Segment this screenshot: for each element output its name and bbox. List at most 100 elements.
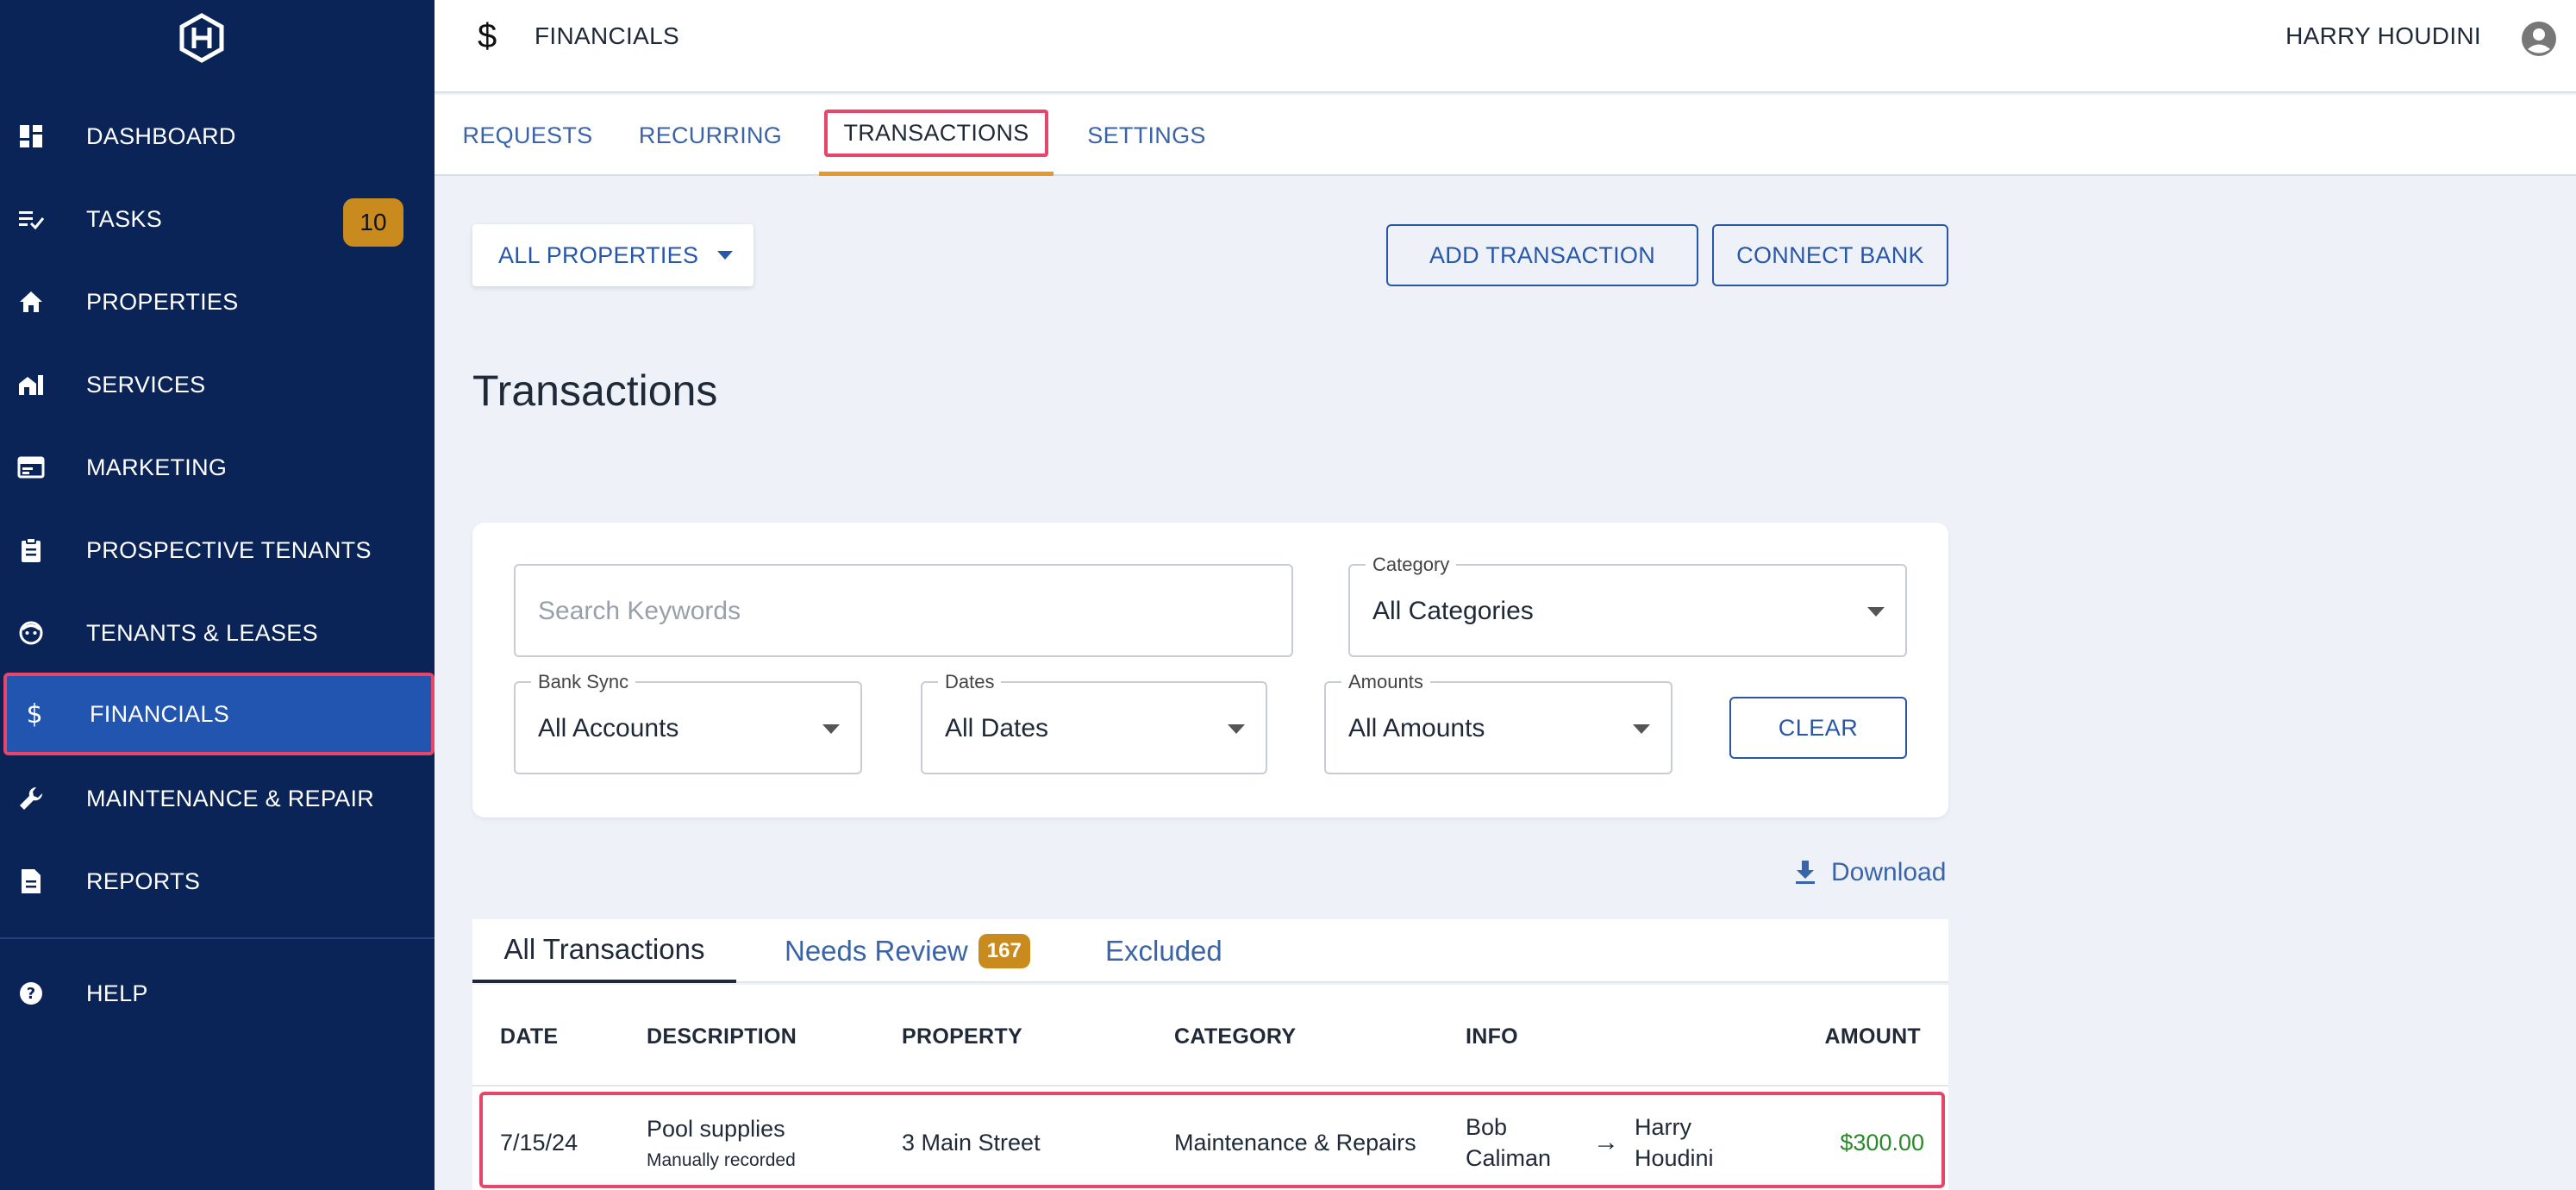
financials-tabs: REQUESTS RECURRING TRANSACTIONS SETTINGS: [435, 95, 2576, 176]
dashboard-icon: [17, 122, 45, 150]
row-from-last: Caliman: [1466, 1145, 1552, 1171]
sidebar-item-label: PROSPECTIVE TENANTS: [86, 536, 372, 563]
sidebar-item-properties[interactable]: PROPERTIES: [0, 262, 435, 341]
chevron-down-icon: [1633, 724, 1650, 734]
tab-label: TRANSACTIONS: [824, 110, 1048, 157]
category-select[interactable]: Category All Categories: [1348, 554, 1907, 657]
table-row[interactable]: 7/15/24 Pool supplies Manually recorded …: [479, 1092, 1945, 1188]
dates-select[interactable]: Dates All Dates: [921, 671, 1267, 774]
chevron-down-icon: [822, 724, 840, 734]
sidebar-item-label: HELP: [86, 980, 148, 1006]
bank-sync-value: All Accounts: [538, 714, 679, 742]
category-value: All Categories: [1372, 597, 1534, 625]
sidebar-item-label: DASHBOARD: [86, 122, 236, 149]
tab-recurring[interactable]: RECURRING: [638, 95, 783, 176]
row-date: 7/15/24: [500, 1130, 578, 1156]
row-to-last: Houdini: [1635, 1145, 1714, 1171]
tasks-count-badge: 10: [343, 198, 403, 247]
dates-label: Dates: [938, 671, 1002, 693]
page-section-title: FINANCIALS: [535, 22, 679, 49]
tab-label: REQUESTS: [462, 122, 593, 148]
amounts-label: Amounts: [1341, 671, 1430, 693]
row-property: 3 Main Street: [902, 1130, 1041, 1156]
logo-icon[interactable]: [176, 12, 228, 64]
tab-label: SETTINGS: [1087, 122, 1206, 148]
property-selector[interactable]: ALL PROPERTIES: [472, 224, 753, 286]
download-label: Download: [1831, 858, 1947, 886]
help-icon: ?: [17, 980, 45, 1007]
row-from-first: Bob: [1466, 1114, 1508, 1140]
column-header-amount[interactable]: AMOUNT: [1824, 1024, 1921, 1049]
column-header-date[interactable]: DATE: [500, 1024, 558, 1049]
sidebar-item-dashboard[interactable]: DASHBOARD: [0, 97, 435, 176]
property-selector-label: ALL PROPERTIES: [498, 241, 699, 268]
add-transaction-button[interactable]: ADD TRANSACTION: [1386, 224, 1698, 286]
amounts-value: All Amounts: [1348, 714, 1485, 742]
arrow-right-icon: →: [1593, 1128, 1619, 1156]
tenant-face-icon: [17, 619, 45, 647]
sidebar-item-label: MARKETING: [86, 454, 228, 480]
filter-panel: Search Keywords Category All Categories …: [472, 523, 1948, 817]
tab-requests[interactable]: REQUESTS: [459, 95, 597, 176]
bank-sync-label: Bank Sync: [531, 671, 636, 693]
amounts-select[interactable]: Amounts All Amounts: [1324, 671, 1673, 774]
row-description: Pool supplies: [647, 1116, 785, 1142]
sidebar-item-prospective-tenants[interactable]: PROSPECTIVE TENANTS: [0, 510, 435, 590]
sidebar: DASHBOARD TASKS 10 PROPERTIES SERVICES M…: [0, 0, 435, 1190]
search-placeholder: Search Keywords: [538, 597, 741, 625]
clipboard-icon: [17, 536, 45, 564]
report-icon: [17, 867, 45, 895]
sidebar-item-label: TENANTS & LEASES: [86, 619, 318, 646]
tasks-icon: [17, 205, 45, 233]
dollar-icon: $: [26, 698, 43, 730]
tab-needs-review[interactable]: Needs Review 167: [785, 919, 1030, 983]
row-note: Manually recorded: [647, 1150, 796, 1170]
sidebar-item-tenants-leases[interactable]: TENANTS & LEASES: [0, 593, 435, 673]
column-header-info[interactable]: INFO: [1466, 1024, 1518, 1049]
tab-label: Excluded: [1105, 935, 1222, 967]
chevron-down-icon: [1228, 724, 1245, 734]
tab-excluded[interactable]: Excluded: [1105, 919, 1222, 983]
tab-all-transactions[interactable]: All Transactions: [472, 919, 736, 983]
tab-transactions[interactable]: TRANSACTIONS: [819, 95, 1054, 176]
account-circle-icon[interactable]: [2519, 19, 2559, 59]
transaction-subtabs: All Transactions Needs Review 167 Exclud…: [472, 919, 1948, 983]
column-header-category[interactable]: CATEGORY: [1174, 1024, 1296, 1049]
category-label: Category: [1366, 554, 1457, 576]
dates-value: All Dates: [945, 714, 1049, 742]
column-header-property[interactable]: PROPERTY: [902, 1024, 1022, 1049]
row-to-first: Harry: [1635, 1114, 1691, 1140]
download-link[interactable]: Download: [1793, 855, 1946, 890]
sidebar-item-tasks[interactable]: TASKS 10: [0, 179, 435, 259]
sidebar-item-label: REPORTS: [86, 867, 201, 894]
transactions-table: DATE DESCRIPTION PROPERTY CATEGORY INFO …: [472, 985, 1948, 1190]
sidebar-item-maintenance[interactable]: MAINTENANCE & REPAIR: [0, 759, 435, 838]
sidebar-item-marketing[interactable]: MARKETING: [0, 428, 435, 507]
needs-review-count-badge: 167: [978, 934, 1030, 968]
column-header-description[interactable]: DESCRIPTION: [647, 1024, 797, 1049]
connect-bank-button[interactable]: CONNECT BANK: [1712, 224, 1948, 286]
search-input[interactable]: Search Keywords: [514, 564, 1293, 657]
chevron-down-icon: [717, 251, 734, 260]
user-name[interactable]: HARRY HOUDINI: [2285, 22, 2481, 50]
services-icon: [17, 371, 45, 398]
sidebar-item-services[interactable]: SERVICES: [0, 345, 435, 424]
tab-label: Needs Review: [785, 935, 968, 967]
top-header: $ FINANCIALS HARRY HOUDINI: [435, 0, 2576, 93]
sidebar-item-help[interactable]: ? HELP: [0, 954, 435, 1033]
tab-label: All Transactions: [503, 933, 705, 965]
row-amount: $300.00: [1840, 1130, 1924, 1156]
sidebar-item-label: TASKS: [86, 205, 163, 232]
tab-label: RECURRING: [638, 122, 783, 148]
page-title: Transactions: [472, 366, 718, 415]
home-icon: [17, 288, 45, 316]
sidebar-item-financials[interactable]: $ FINANCIALS: [3, 673, 435, 755]
sidebar-item-label: FINANCIALS: [90, 700, 230, 727]
bank-sync-select[interactable]: Bank Sync All Accounts: [514, 671, 862, 774]
clear-filters-button[interactable]: CLEAR: [1729, 697, 1907, 759]
marketing-icon: [17, 454, 45, 481]
sidebar-item-reports[interactable]: REPORTS: [0, 842, 435, 921]
tab-settings[interactable]: SETTINGS: [1086, 95, 1207, 176]
sidebar-item-label: PROPERTIES: [86, 288, 239, 315]
sidebar-item-label: SERVICES: [86, 371, 206, 398]
